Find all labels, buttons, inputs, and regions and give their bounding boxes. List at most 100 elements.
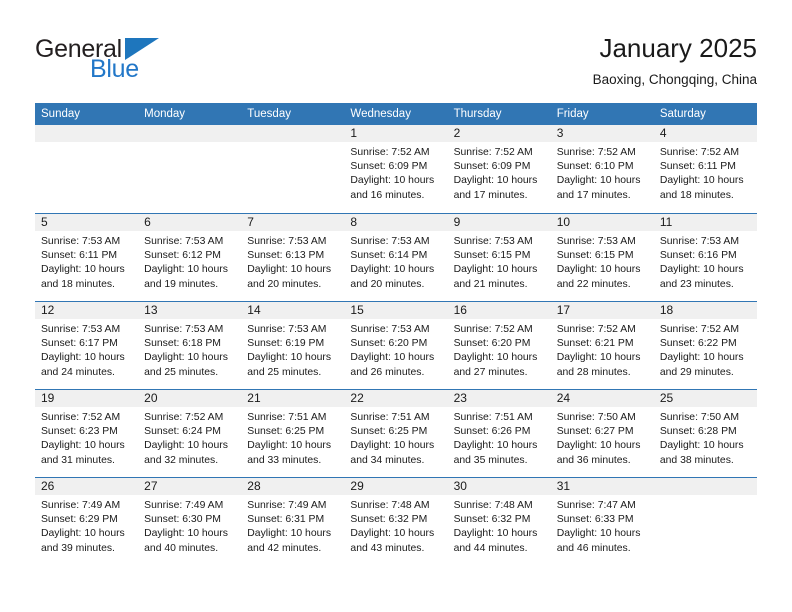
day-number-band: 11 (653, 214, 757, 231)
calendar-day-cell[interactable]: 26 Sunrise: 7:49 AM Sunset: 6:29 PM Dayligh… (35, 478, 139, 565)
sunset-time: Sunset: 6:26 PM (453, 426, 531, 438)
calendar-day-cell[interactable]: 21 Sunrise: 7:51 AM Sunset: 6:25 PM Dayligh… (241, 390, 345, 477)
calendar-day-cell[interactable]: 23 Sunrise: 7:51 AM Sunset: 6:26 PM Dayligh… (447, 390, 551, 477)
day-details: Sunrise: 7:52 AM Sunset: 6:09 PM Daylight:… (344, 142, 447, 203)
calendar-day-cell[interactable]: 8 Sunrise: 7:53 AM Sunset: 6:14 PM Daylight… (344, 214, 448, 301)
sunset-time: Sunset: 6:14 PM (350, 250, 428, 262)
calendar-day-cell[interactable]: 13 Sunrise: 7:53 AM Sunset: 6:18 PM Dayligh… (138, 302, 242, 389)
title-block: January 2025 Baoxing, Chongqing, China (593, 32, 757, 88)
calendar-day-cell[interactable]: 29 Sunrise: 7:48 AM Sunset: 6:32 PM Dayligh… (344, 478, 448, 565)
calendar-day-cell[interactable]: 6 Sunrise: 7:53 AM Sunset: 6:12 PM Daylight… (138, 214, 242, 301)
daylight-duration-line2: and 20 minutes. (247, 278, 322, 290)
calendar-day-cell[interactable]: 3 Sunrise: 7:52 AM Sunset: 6:10 PM Daylight… (550, 125, 654, 213)
daylight-duration-line2: and 43 minutes. (350, 542, 425, 554)
daylight-duration-line1: Daylight: 10 hours (453, 264, 538, 276)
sunrise-time: Sunrise: 7:48 AM (350, 500, 430, 511)
sunset-time: Sunset: 6:24 PM (144, 426, 221, 438)
daylight-duration-line2: and 22 minutes. (556, 278, 631, 290)
sunrise-time: Sunrise: 7:52 AM (659, 324, 739, 335)
daylight-duration-line1: Daylight: 10 hours (556, 528, 641, 540)
day-details: Sunrise: 7:48 AM Sunset: 6:32 PM Daylight:… (344, 495, 447, 556)
day-details: Sunrise: 7:53 AM Sunset: 6:16 PM Daylight:… (654, 231, 757, 292)
daylight-duration-line2: and 25 minutes. (247, 366, 322, 378)
calendar-day-cell[interactable]: 30 Sunrise: 7:48 AM Sunset: 6:32 PM Dayligh… (447, 478, 551, 565)
daylight-duration-line2: and 31 minutes. (41, 454, 115, 466)
calendar-day-cell[interactable]: 25 Sunrise: 7:50 AM Sunset: 6:28 PM Dayligh… (653, 390, 757, 477)
day-number: 6 (144, 215, 151, 229)
day-details: Sunrise: 7:53 AM Sunset: 6:17 PM Daylight:… (35, 319, 138, 380)
day-details: Sunrise: 7:53 AM Sunset: 6:15 PM Daylight:… (448, 231, 551, 292)
sunrise-time: Sunrise: 7:49 AM (41, 500, 121, 511)
calendar-week-row: 26 Sunrise: 7:49 AM Sunset: 6:29 PM Dayligh… (35, 477, 757, 565)
calendar-day-cell[interactable]: 15 Sunrise: 7:53 AM Sunset: 6:20 PM Dayligh… (344, 302, 448, 389)
daylight-duration-line2: and 20 minutes. (350, 278, 425, 290)
day-number-band: 2 (447, 125, 551, 142)
day-details: Sunrise: 7:51 AM Sunset: 6:25 PM Daylight:… (241, 407, 344, 468)
day-number: 17 (556, 303, 571, 317)
calendar-day-cell-empty (653, 478, 757, 565)
logo-text-blue: Blue (90, 55, 139, 83)
calendar-day-cell[interactable]: 12 Sunrise: 7:53 AM Sunset: 6:17 PM Dayligh… (35, 302, 139, 389)
sunset-time: Sunset: 6:27 PM (556, 426, 634, 438)
daylight-duration-line2: and 23 minutes. (659, 278, 734, 290)
day-details: Sunrise: 7:53 AM Sunset: 6:11 PM Daylight:… (35, 231, 138, 292)
sunset-time: Sunset: 6:10 PM (556, 161, 634, 173)
calendar-day-cell[interactable]: 9 Sunrise: 7:53 AM Sunset: 6:15 PM Daylight… (447, 214, 551, 301)
day-number: 13 (144, 303, 158, 317)
day-number: 5 (41, 215, 48, 229)
sunset-time: Sunset: 6:32 PM (350, 514, 428, 526)
calendar-week-row: 12 Sunrise: 7:53 AM Sunset: 6:17 PM Dayligh… (35, 301, 757, 389)
daylight-duration-line1: Daylight: 10 hours (556, 175, 641, 187)
sunset-time: Sunset: 6:15 PM (556, 250, 634, 262)
sunset-time: Sunset: 6:12 PM (144, 250, 221, 262)
calendar-day-cell[interactable]: 4 Sunrise: 7:52 AM Sunset: 6:11 PM Daylight… (653, 125, 757, 213)
sunset-time: Sunset: 6:18 PM (144, 338, 221, 350)
day-details: Sunrise: 7:52 AM Sunset: 6:09 PM Daylight:… (448, 142, 551, 203)
day-number-band: 16 (447, 302, 551, 319)
daylight-duration-line2: and 36 minutes. (556, 454, 631, 466)
day-number: 31 (556, 479, 571, 493)
sunset-time: Sunset: 6:15 PM (453, 250, 531, 262)
calendar-grid: Sunday Monday Tuesday Wednesday Thursday… (35, 103, 757, 565)
calendar-day-cell[interactable]: 18 Sunrise: 7:52 AM Sunset: 6:22 PM Dayligh… (653, 302, 757, 389)
daylight-duration-line2: and 16 minutes. (350, 189, 425, 201)
day-number-band: 1 (344, 125, 448, 142)
calendar-week-row: 1 Sunrise: 7:52 AM Sunset: 6:09 PM Daylight… (35, 125, 757, 213)
daylight-duration-line2: and 29 minutes. (659, 366, 734, 378)
calendar-day-cell[interactable]: 24 Sunrise: 7:50 AM Sunset: 6:27 PM Dayligh… (550, 390, 654, 477)
daylight-duration-line1: Daylight: 10 hours (41, 352, 125, 364)
day-details: Sunrise: 7:49 AM Sunset: 6:31 PM Daylight:… (241, 495, 344, 556)
calendar-day-cell[interactable]: 27 Sunrise: 7:49 AM Sunset: 6:30 PM Dayligh… (138, 478, 242, 565)
daylight-duration-line1: Daylight: 10 hours (247, 440, 332, 452)
calendar-day-cell[interactable]: 14 Sunrise: 7:53 AM Sunset: 6:19 PM Dayligh… (241, 302, 345, 389)
daylight-duration-line2: and 19 minutes. (144, 278, 219, 290)
day-details: Sunrise: 7:53 AM Sunset: 6:18 PM Daylight:… (138, 319, 241, 380)
calendar-day-cell[interactable]: 17 Sunrise: 7:52 AM Sunset: 6:21 PM Dayligh… (550, 302, 654, 389)
day-number-band: 5 (35, 214, 139, 231)
calendar-day-cell[interactable]: 2 Sunrise: 7:52 AM Sunset: 6:09 PM Daylight… (447, 125, 551, 213)
day-number-band: 7 (241, 214, 345, 231)
day-number-band: 13 (138, 302, 242, 319)
calendar-day-cell[interactable]: 16 Sunrise: 7:52 AM Sunset: 6:20 PM Dayligh… (447, 302, 551, 389)
sunrise-time: Sunrise: 7:53 AM (41, 324, 121, 335)
sunset-time: Sunset: 6:16 PM (659, 250, 737, 262)
daylight-duration-line1: Daylight: 10 hours (556, 264, 641, 276)
calendar-day-cell[interactable]: 19 Sunrise: 7:52 AM Sunset: 6:23 PM Dayligh… (35, 390, 139, 477)
day-number-band: 8 (344, 214, 448, 231)
calendar-day-cell[interactable]: 31 Sunrise: 7:47 AM Sunset: 6:33 PM Dayligh… (550, 478, 654, 565)
calendar-day-cell[interactable]: 28 Sunrise: 7:49 AM Sunset: 6:31 PM Dayligh… (241, 478, 345, 565)
calendar-day-cell[interactable]: 7 Sunrise: 7:53 AM Sunset: 6:13 PM Daylight… (241, 214, 345, 301)
calendar-day-cell[interactable]: 20 Sunrise: 7:52 AM Sunset: 6:24 PM Dayligh… (138, 390, 242, 477)
weekday-saturday: Saturday (659, 108, 706, 120)
day-number-band: 12 (35, 302, 139, 319)
daylight-duration-line1: Daylight: 10 hours (144, 352, 228, 364)
daylight-duration-line2: and 28 minutes. (556, 366, 631, 378)
sunset-time: Sunset: 6:11 PM (659, 161, 736, 173)
calendar-day-cell[interactable]: 11 Sunrise: 7:53 AM Sunset: 6:16 PM Dayligh… (653, 214, 757, 301)
calendar-day-cell[interactable]: 1 Sunrise: 7:52 AM Sunset: 6:09 PM Daylight… (344, 125, 448, 213)
calendar-day-cell[interactable]: 5 Sunrise: 7:53 AM Sunset: 6:11 PM Daylight… (35, 214, 139, 301)
calendar-day-cell[interactable]: 22 Sunrise: 7:51 AM Sunset: 6:25 PM Dayligh… (344, 390, 448, 477)
general-blue-logo[interactable]: General Blue (35, 36, 245, 86)
calendar-day-cell[interactable]: 10 Sunrise: 7:53 AM Sunset: 6:15 PM Dayligh… (550, 214, 654, 301)
day-number-band: 31 (550, 478, 654, 495)
